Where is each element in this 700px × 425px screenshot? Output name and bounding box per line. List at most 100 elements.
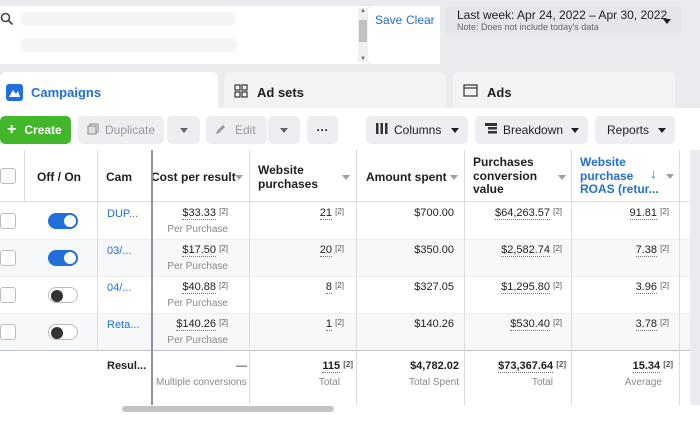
pencil-icon <box>215 123 227 138</box>
campaign-name-link[interactable]: 04/... <box>107 282 131 294</box>
sort-chevron-icon[interactable] <box>450 175 458 180</box>
row-checkbox[interactable] <box>0 213 16 229</box>
row-checkbox[interactable] <box>0 287 16 303</box>
toggle-knob <box>64 252 76 264</box>
duplicate-button-label: Duplicate <box>105 123 156 137</box>
note-marker: [2] <box>335 318 344 327</box>
toggle-knob <box>51 327 63 339</box>
tab-campaigns[interactable]: Campaigns <box>0 72 218 112</box>
note-marker: [2] <box>335 281 344 290</box>
website-purchases: 21 [2] <box>319 207 344 220</box>
column-header-conversion-value[interactable]: Purchases conversion value <box>473 155 555 197</box>
campaign-name-link[interactable]: 03/... <box>107 245 131 257</box>
edit-button-label: Edit <box>235 123 256 137</box>
table-horizontal-scrollbar[interactable] <box>0 405 700 425</box>
campaign-toggle[interactable] <box>48 213 78 229</box>
reports-button[interactable]: Reports <box>595 116 675 144</box>
sort-chevron-icon[interactable] <box>558 175 566 180</box>
cost-per-result-sub: Per Purchase <box>167 335 228 346</box>
duplicate-button[interactable]: Duplicate <box>78 116 164 144</box>
tab-ads[interactable]: Ads <box>453 72 675 112</box>
conversion-value: $2,582.74 [2] <box>501 244 562 257</box>
scroll-up-icon[interactable]: ▲ <box>360 8 366 14</box>
campaign-name-link[interactable]: Reta... <box>107 319 139 331</box>
amount-spent: $350.00 <box>414 244 454 256</box>
note-marker: [2] <box>335 207 344 216</box>
column-header-campaign[interactable]: Cam <box>106 170 132 184</box>
note-marker: [2] <box>553 207 562 216</box>
save-link[interactable]: Save <box>375 13 402 27</box>
chevron-down-icon <box>280 127 288 133</box>
plus-icon: + <box>7 121 17 138</box>
total-conv-sub: Total <box>531 377 553 388</box>
amount-spent: $700.00 <box>414 207 454 219</box>
sort-chevron-icon[interactable] <box>235 175 243 180</box>
table-row[interactable] <box>0 314 690 351</box>
scroll-down-icon[interactable]: ▼ <box>360 56 366 62</box>
note-marker: [2] <box>660 281 669 290</box>
toolbar: + Create Duplicate Edit ··· Columns Brea… <box>0 108 700 150</box>
redacted-filter-text <box>20 12 236 26</box>
duplicate-dropdown-button[interactable] <box>167 116 200 144</box>
tab-ad-sets[interactable]: Ad sets <box>224 72 446 112</box>
sort-chevron-icon[interactable] <box>342 175 350 180</box>
chevron-down-icon <box>179 127 188 133</box>
purchases-value: 20 <box>319 244 333 257</box>
columns-button[interactable]: Columns <box>366 116 468 144</box>
column-header-roas[interactable]: Website purchase ROAS (retur... <box>580 155 670 197</box>
column-header-website-purchases[interactable]: Website purchases <box>258 163 338 191</box>
website-purchases: 1 [2] <box>325 318 344 331</box>
search-actions: Save Clear <box>370 6 440 64</box>
select-all-checkbox[interactable] <box>0 168 16 184</box>
note-marker: [2] <box>219 281 228 290</box>
table-row[interactable] <box>0 277 690 314</box>
conversion-value: $530.40 [2] <box>510 318 562 331</box>
duplicate-icon <box>87 122 99 138</box>
breakdown-button[interactable]: Breakdown <box>475 116 588 144</box>
campaign-name-link[interactable]: DUP... <box>107 208 138 220</box>
columns-button-label: Columns <box>394 123 442 137</box>
create-button[interactable]: + Create <box>0 116 71 144</box>
tab-ad-sets-label: Ad sets <box>257 84 304 100</box>
cost-per-result-sub: Per Purchase <box>167 224 228 235</box>
table-row[interactable] <box>0 203 690 240</box>
date-range-picker[interactable]: Last week: Apr 24, 2022 – Apr 30, 2022 N… <box>445 6 682 36</box>
table-row[interactable] <box>0 240 690 277</box>
campaign-toggle[interactable] <box>48 250 78 266</box>
note-marker: [2] <box>219 207 228 216</box>
row-checkbox[interactable] <box>0 250 16 266</box>
search-scrollbar[interactable]: ▲ ▼ <box>358 8 368 62</box>
column-header-cost-per-result[interactable]: Cost per result <box>151 170 236 184</box>
breakdown-icon <box>485 123 497 137</box>
column-header-amount-spent[interactable]: Amount spent <box>366 170 447 184</box>
toggle-knob <box>64 215 76 227</box>
edit-dropdown-button[interactable] <box>268 116 300 144</box>
campaign-toggle[interactable] <box>48 287 78 303</box>
row-checkbox[interactable] <box>0 324 16 340</box>
roas-value: 3.78 [2] <box>635 318 669 331</box>
campaign-toggle[interactable] <box>48 324 78 340</box>
total-spent-sub: Total Spent <box>408 377 459 388</box>
scrollbar-thumb[interactable] <box>359 20 367 42</box>
total-spent: $4,782.02 <box>410 360 459 372</box>
total-conv-value-text: $73,367.64 <box>498 360 554 373</box>
note-marker: [2] <box>553 318 562 327</box>
conv-value: $530.40 <box>510 318 551 331</box>
clear-link[interactable]: Clear <box>406 13 435 27</box>
total-roas-value: 15.34 <box>632 360 661 373</box>
roas-value: 7.38 [2] <box>635 244 669 257</box>
cost-value: $33.33 <box>182 207 217 220</box>
purchases-value: 21 <box>319 207 333 220</box>
conversion-value: $1,295.80 [2] <box>501 281 562 294</box>
toggle-knob <box>51 290 63 302</box>
scrollbar-thumb[interactable] <box>122 406 334 412</box>
note-marker: [2] <box>556 360 566 369</box>
more-options-button[interactable]: ··· <box>307 116 338 144</box>
sort-chevron-icon[interactable] <box>666 174 674 179</box>
column-header-on-off[interactable]: Off / On <box>37 170 81 184</box>
chevron-down-icon <box>571 127 580 133</box>
edit-button[interactable]: Edit <box>206 116 267 144</box>
total-conv-value: $73,367.64 [2] <box>498 360 566 373</box>
total-roas-sub: Average <box>624 377 662 388</box>
sort-descending-icon[interactable]: ↓ <box>650 166 657 181</box>
